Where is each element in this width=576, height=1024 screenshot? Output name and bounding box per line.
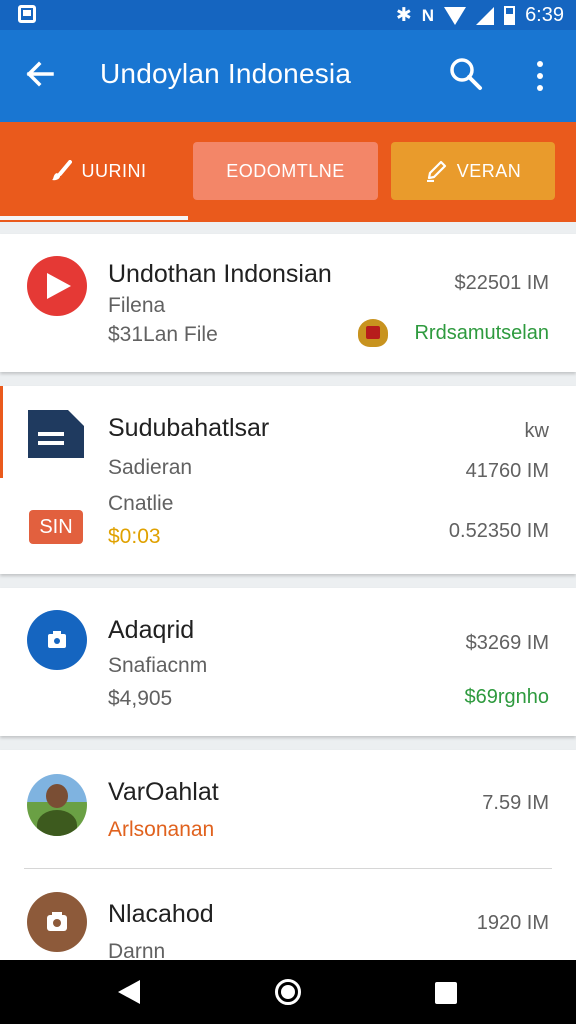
status-time: 6:39: [525, 4, 564, 26]
document-icon: [28, 410, 84, 458]
battery-icon: [504, 6, 516, 25]
item-title: VarOahlat: [108, 778, 219, 806]
emblem-icon: [358, 319, 388, 347]
more-options-icon[interactable]: [528, 56, 552, 96]
list-item[interactable]: Sudubahatlsar Sadieran Cnatlie SIN $0:03…: [0, 386, 576, 574]
item-amount-bottom: 0.52350 IM: [448, 520, 549, 542]
camera-icon: [27, 892, 87, 952]
nav-home-icon[interactable]: [275, 979, 301, 1005]
brush-icon: [51, 160, 72, 181]
camera-glyph: [47, 912, 67, 931]
item-amount-mid: 41760 IM: [465, 460, 549, 482]
selection-accent: [0, 386, 3, 478]
camera-glyph: [48, 631, 66, 648]
tab-label: EODOMTLNE: [226, 160, 345, 181]
nav-back-icon[interactable]: [118, 980, 140, 1004]
page-title: Undoylan Indonesia: [100, 58, 352, 89]
list-item[interactable]: Adaqrid Snafiacnm $4,905 $3269 IM $69rgn…: [0, 588, 576, 736]
tab-veran[interactable]: VERAN: [391, 142, 555, 200]
system-nav-bar: [0, 960, 576, 1024]
item-detail: $4,905: [108, 687, 173, 710]
tab-label: UURINI: [81, 160, 147, 181]
item-amount: $22501 IM: [454, 272, 549, 294]
camera-icon: [27, 610, 87, 670]
item-price: $0:03: [108, 525, 161, 548]
divider: [24, 868, 552, 869]
play-icon: [27, 256, 87, 316]
item-title: Sudubahatlsar: [108, 414, 270, 442]
tab-bar: UURINI EODOMTLNE VERAN: [0, 122, 576, 222]
item-amount: $3269 IM: [465, 632, 549, 654]
app-bar: Undoylan Indonesia: [0, 30, 576, 122]
item-detail: $31Lan File: [108, 323, 218, 346]
item-amount: 1920 IM: [476, 912, 549, 934]
status-badge: SIN: [29, 510, 83, 544]
item-tag: $69rgnho: [464, 686, 549, 708]
nfc-icon: N: [421, 5, 435, 25]
list-item[interactable]: Undothan Indonsian Filena $31Lan File $2…: [0, 234, 576, 372]
item-tag: Rrdsamutselan: [414, 322, 549, 344]
item-subtitle: Snafiacnm: [108, 654, 208, 677]
sim-card-icon: [18, 5, 36, 23]
nav-recents-icon[interactable]: [435, 982, 457, 1004]
item-title: Undothan Indonsian: [108, 260, 332, 288]
back-arrow-icon[interactable]: [22, 56, 58, 92]
edit-icon: [426, 160, 446, 182]
item-subtitle: Sadieran: [108, 456, 193, 479]
status-bar: ✱ N 6:39: [0, 0, 576, 30]
item-subtitle: Filena: [108, 294, 166, 317]
item-amount: 7.59 IM: [482, 792, 549, 814]
item-title: Adaqrid: [108, 616, 195, 644]
list-group: VarOahlat Arlsonanan 7.59 IM Nlacahod Da…: [0, 750, 576, 963]
tab-selected-indicator: [0, 216, 188, 220]
tab-uurini[interactable]: UURINI: [18, 142, 178, 200]
avatar: [27, 774, 87, 836]
item-amount-top: kw: [524, 420, 549, 442]
wifi-icon: [444, 6, 467, 25]
tab-label: VERAN: [456, 160, 522, 181]
search-icon[interactable]: [448, 56, 484, 92]
item-title: Nlacahod: [108, 900, 214, 928]
signal-icon: [476, 6, 495, 25]
item-detail: Cnatlie: [108, 492, 174, 515]
bluetooth-icon: ✱: [395, 5, 412, 26]
app-screen: ✱ N 6:39 Undoylan Indonesia UURINI EODOM…: [0, 0, 576, 1024]
item-subtitle: Arlsonanan: [108, 818, 215, 841]
status-icons: ✱ N 6:39: [396, 4, 564, 27]
tab-eodomtlne[interactable]: EODOMTLNE: [193, 142, 378, 200]
